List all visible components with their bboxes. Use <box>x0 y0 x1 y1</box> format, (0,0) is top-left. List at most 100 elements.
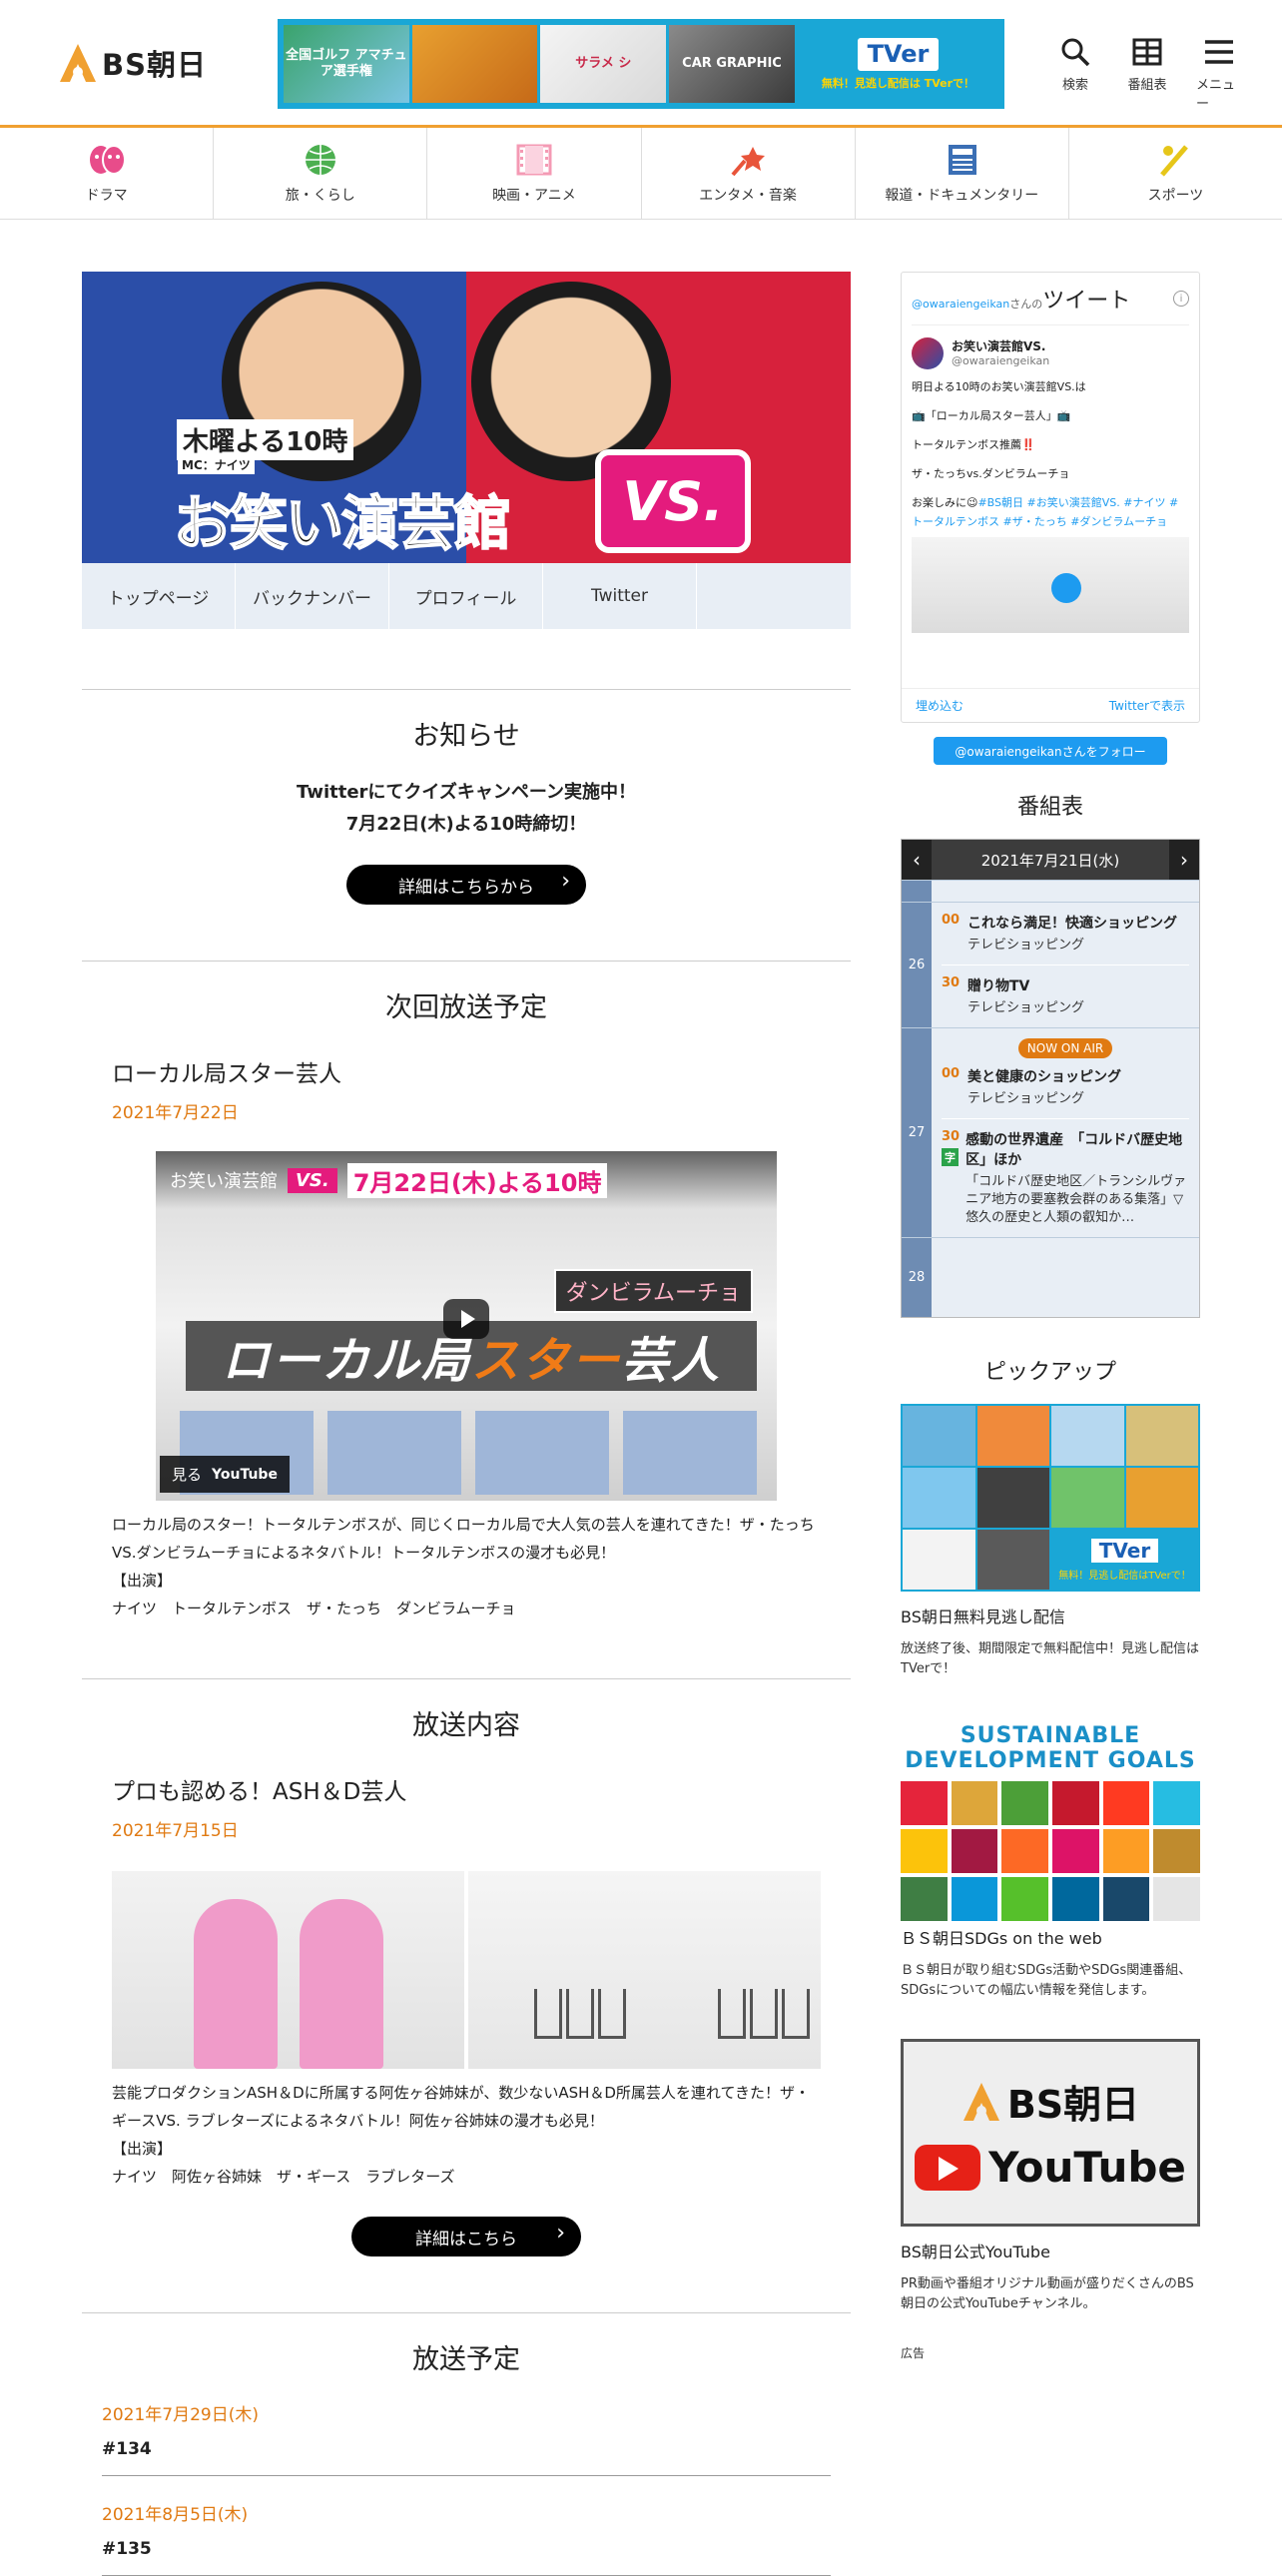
cast-label: 【出演】 <box>112 2140 173 2158</box>
program-title: 感動の世界遺産 「コルドバ歴史地区」ほか <box>965 1132 1183 1168</box>
upcoming-section: 放送予定 2021年7月29日(木) #134 2021年8月5日(木) #13… <box>82 2312 851 2576</box>
schedule-hour: 27 <box>902 1028 932 1237</box>
video-band-c: 芸人 <box>621 1333 722 1389</box>
twitter-label: ツイート <box>1042 289 1131 314</box>
schedule-row <box>902 880 1199 902</box>
tab-twitter[interactable]: Twitter <box>543 563 697 629</box>
schedule-row: 28 <box>902 1237 1199 1317</box>
next-episode-date: 2021年7月22日 <box>112 1103 239 1123</box>
hero-time: 木曜よる10時 <box>177 419 354 460</box>
embed-link[interactable]: 埋め込む <box>916 697 963 714</box>
content-heading: 放送内容 <box>412 1710 520 1741</box>
category-entertainment[interactable]: エンタメ・音楽 <box>642 128 856 219</box>
tab-top-page[interactable]: トップページ <box>82 563 236 629</box>
twitter-follow-button[interactable]: @owaraiengeikanさんをフォロー <box>934 737 1167 765</box>
tweet-user-name: お笑い演芸館VS. <box>952 339 1046 353</box>
schedule-program[interactable]: 00 これなら満足！快適ショッピング テレビショッピング <box>942 913 1189 955</box>
sdgs-title[interactable]: ＢＳ朝日SDGs on the web <box>901 1925 1200 1949</box>
schedule-button[interactable]: 番組表 <box>1124 36 1170 112</box>
program-minute: 00 <box>942 1066 961 1081</box>
tab-profile[interactable]: プロフィール <box>389 563 543 629</box>
schedule-date: 2021年7月21日(水) <box>980 851 1120 870</box>
notice-details-button[interactable]: 詳細はこちらから <box>346 865 586 905</box>
category-nav: ドラマ 旅・くらし 映画・アニメ エンタメ・音楽 報道・ドキュメンタリー スポー… <box>0 128 1282 220</box>
tab-back-number[interactable]: バックナンバー <box>236 563 389 629</box>
schedule-program[interactable]: 30 贈り物TV テレビショッピング <box>942 965 1189 1017</box>
video-band-a: ローカル局 <box>221 1333 471 1389</box>
sdgs-goal-tile <box>1102 1781 1150 1825</box>
notice-line: Twitterにてクイズキャンペーン実施中！ <box>297 782 636 803</box>
info-icon[interactable]: i <box>1173 291 1189 307</box>
side-column: @owaraiengeikanさんのツイート i お笑い演芸館VS. @owar… <box>901 272 1200 2361</box>
sdgs-banner[interactable]: SUSTAINABLE DEVELOPMENT GOALS <box>901 1723 1200 1921</box>
video-title: お笑い演芸館 <box>170 1171 278 1192</box>
schedule-program[interactable]: 00 美と健康のショッピング テレビショッピング <box>942 1066 1189 1108</box>
youtube-channel-banner[interactable]: BS朝日 YouTube <box>901 2039 1200 2227</box>
program-subtitle: テレビショッピング <box>967 938 1085 953</box>
tver-note: 無料！見逃し配信は TVerで！ <box>821 76 975 90</box>
tweet-user-handle: @owaraiengeikan <box>952 354 1050 367</box>
next-episode-title: ローカル局スター芸人 <box>112 1061 341 1087</box>
banner-tile: CAR GRAPHIC <box>669 25 795 103</box>
pickup-title[interactable]: BS朝日無料見逃し配信 <box>901 1604 1200 1627</box>
logo-mark-icon <box>962 2082 999 2121</box>
sdgs-goal-tile <box>1052 1877 1099 1921</box>
category-sports[interactable]: スポーツ <box>1069 128 1282 219</box>
top-banner[interactable]: 全国ゴルフ アマチュア選手権 サラメ シ CAR GRAPHIC TVer 無料… <box>278 19 1004 109</box>
schedule-program[interactable]: 30 字感動の世界遺産 「コルドバ歴史地区」ほか 「コルドバ歴史地区／トランシルヴァ… <box>942 1118 1189 1227</box>
upcoming-episode: #134 <box>102 2439 831 2476</box>
youtube-description: PR動画や番組オリジナル動画が盛りだくさんのBS朝日の公式YouTubeチャンネ… <box>901 2276 1194 2311</box>
tweet-line: トータルテンボス推薦‼️ <box>912 438 1035 451</box>
next-desc-text: ローカル局のスター！トータルテンボスが、同じくローカル局で大人気の芸人を連れてき… <box>112 1516 815 1562</box>
category-drama[interactable]: ドラマ <box>0 128 215 219</box>
twitter-widget-footer: 埋め込む Twitterで表示 <box>902 688 1199 722</box>
youtube-label: YouTube <box>212 1466 278 1483</box>
category-travel[interactable]: 旅・くらし <box>214 128 428 219</box>
program-minute: 00 <box>942 913 961 928</box>
watch-on-youtube-button[interactable]: 見る YouTube <box>160 1456 290 1493</box>
tver-note: 無料！見逃し配信はTVerで！ <box>1058 1570 1191 1582</box>
pickup-banner[interactable]: TVer 無料！見逃し配信はTVerで！ <box>901 1404 1200 1592</box>
tweet-line: 📺「ローカル局スター芸人」📺 <box>912 409 1071 422</box>
tweet-video-thumbnail[interactable] <box>912 537 1189 633</box>
sdgs-goal-tile <box>1001 1877 1048 1921</box>
cast-list: ナイツ 阿佐ヶ谷姉妹 ザ・ギース ラブレターズ <box>112 2168 455 2186</box>
content-episode-title: プロも認める！ASH＆D芸人 <box>112 1779 407 1805</box>
youtube-title[interactable]: BS朝日公式YouTube <box>901 2239 1200 2262</box>
twitter-widget-header: @owaraiengeikanさんのツイート i <box>912 283 1189 325</box>
upcoming-episode: #135 <box>102 2539 831 2576</box>
prev-day-button[interactable]: ‹ <box>902 840 932 880</box>
sdgs-goal-tile <box>901 1877 948 1921</box>
twitter-account[interactable]: @owaraiengeikan <box>912 298 1009 311</box>
schedule-label: 番組表 <box>1127 78 1167 93</box>
sdgs-goal-tile <box>1052 1781 1099 1825</box>
sdgs-logo-text: SUSTAINABLE DEVELOPMENT GOALS <box>905 1723 1196 1773</box>
schedule-row: 27 NOW ON AIR 00 美と健康のショッピング テレビショッピング 30 字… <box>902 1027 1199 1237</box>
tweet-author[interactable]: お笑い演芸館VS. @owaraiengeikan <box>912 337 1189 369</box>
sdgs-goal-tile <box>1153 1781 1200 1825</box>
menu-button[interactable]: メニュー <box>1196 36 1242 112</box>
bs-asahi-logo[interactable]: BS朝日 <box>58 42 207 84</box>
program-title: 贈り物TV <box>967 978 1030 994</box>
video-play-button[interactable] <box>443 1299 489 1339</box>
play-icon <box>1051 573 1081 603</box>
category-news[interactable]: 報道・ドキュメンタリー <box>856 128 1069 219</box>
sdgs-goal-tile <box>1001 1829 1048 1873</box>
category-movie[interactable]: 映画・アニメ <box>427 128 642 219</box>
sdgs-goal-tile <box>901 1781 948 1825</box>
search-button[interactable]: 検索 <box>1052 36 1098 112</box>
content-desc-text: 芸能プロダクションASH＆Dに所属する阿佐ヶ谷姉妹が、数少ないASH＆D所属芸人… <box>112 2084 811 2130</box>
view-on-twitter-link[interactable]: Twitterで表示 <box>1109 697 1185 714</box>
youtube-icon <box>915 2144 981 2191</box>
site-header: BS朝日 全国ゴルフ アマチュア選手権 サラメ シ CAR GRAPHIC TV… <box>0 0 1282 128</box>
tweet-body: 明日よる10時のお笑い演芸館VS.は 📺「ローカル局スター芸人」📺 トータルテン… <box>912 377 1189 531</box>
next-day-button[interactable]: › <box>1168 840 1199 880</box>
tweet-line: お楽しみに😉 <box>912 496 978 509</box>
sdgs-goal-tile <box>1153 1877 1200 1921</box>
tver-logo: TVer <box>1090 1538 1159 1563</box>
sdgs-goal-tile <box>1052 1829 1099 1873</box>
content-details-button[interactable]: 詳細はこちら <box>351 2217 581 2256</box>
menu-icon <box>1205 40 1233 64</box>
youtube-video-player[interactable]: お笑い演芸館 VS. 7月22日(木)よる10時 ダンビラムーチョ ローカル局ス… <box>156 1151 777 1501</box>
broadcast-content-section: 放送内容 プロも認める！ASH＆D芸人 2021年7月15日 芸能プロダクション… <box>82 1678 851 2256</box>
